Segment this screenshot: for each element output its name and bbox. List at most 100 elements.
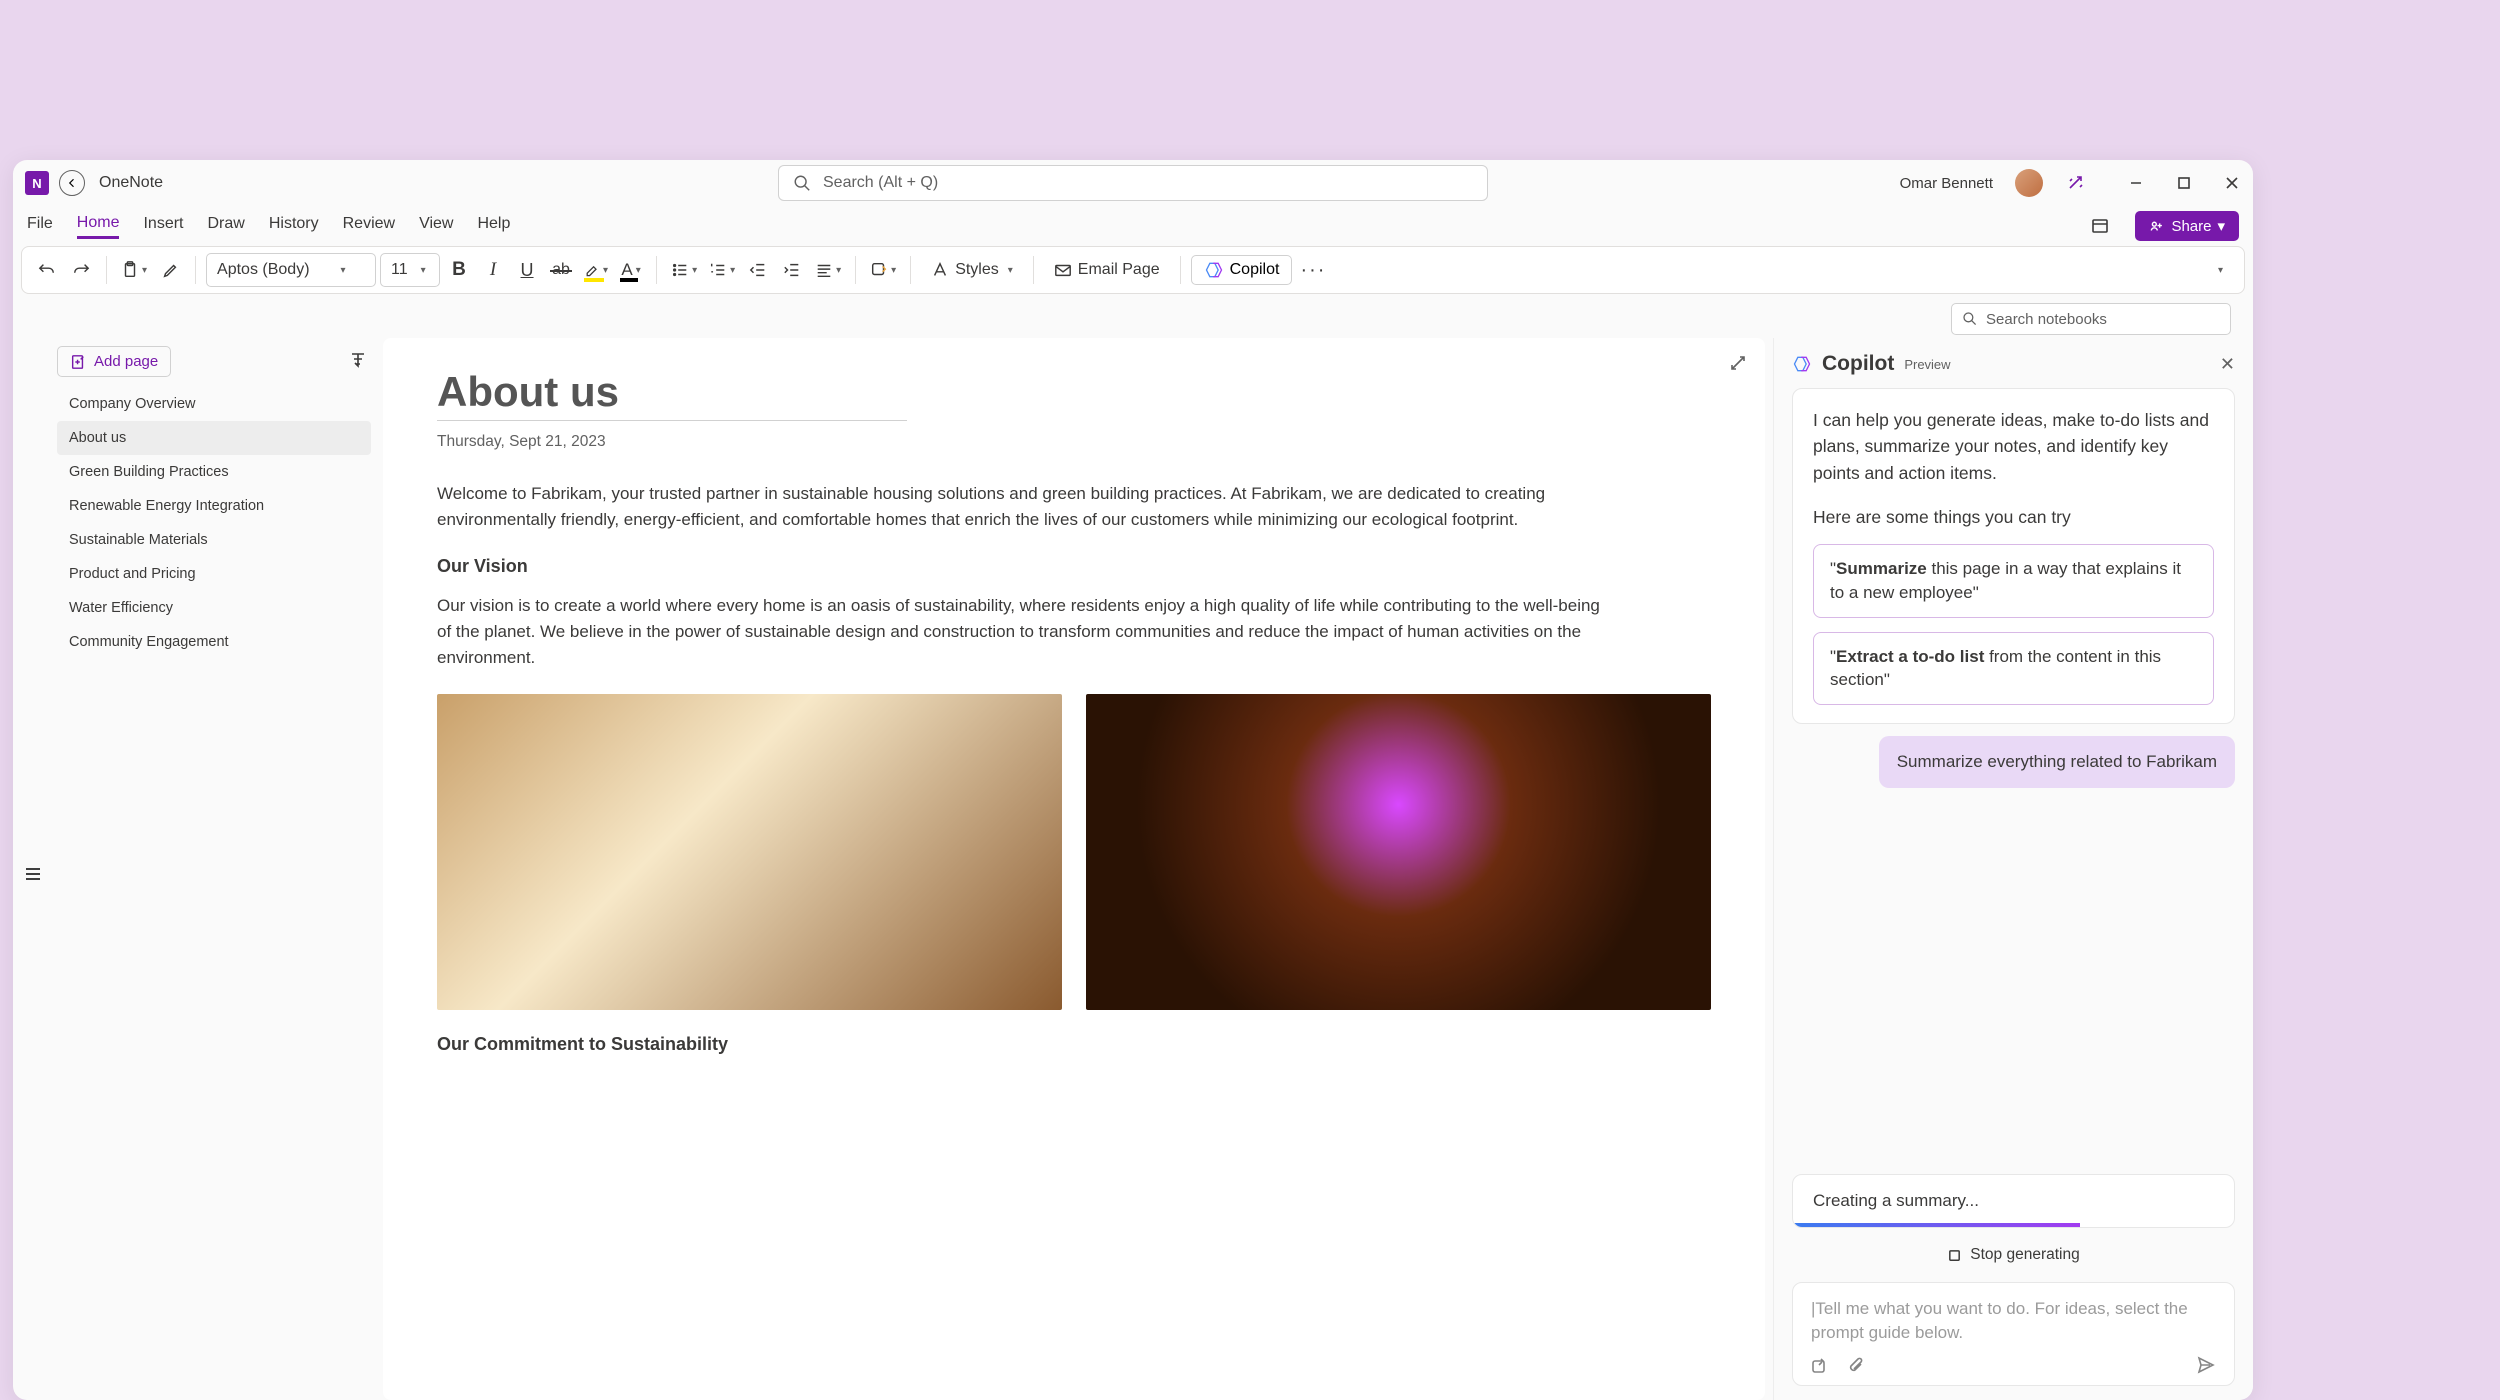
number-list-button[interactable]: ▾	[705, 254, 739, 286]
progress-bar	[1793, 1223, 2080, 1227]
paste-button[interactable]: ▾	[117, 254, 151, 286]
section-heading[interactable]: Our Commitment to Sustainability	[437, 1034, 1711, 1055]
stop-icon	[1947, 1248, 1962, 1263]
copilot-intro-card: I can help you generate ideas, make to-d…	[1792, 388, 2235, 724]
format-painter-button[interactable]	[155, 254, 185, 286]
close-button[interactable]	[2223, 176, 2241, 190]
align-button[interactable]: ▾	[811, 254, 845, 286]
body-paragraph[interactable]: Welcome to Fabrikam, your trusted partne…	[437, 481, 1617, 534]
search-placeholder: Search (Alt + Q)	[823, 174, 938, 192]
stop-generating-button[interactable]: Stop generating	[1792, 1240, 2235, 1270]
copilot-status-text: Creating a summary...	[1813, 1191, 1979, 1210]
prompt-guide-icon[interactable]	[1811, 1356, 1829, 1374]
sort-button[interactable]	[349, 350, 371, 373]
tab-file[interactable]: File	[27, 215, 53, 237]
page-title[interactable]: About us	[437, 368, 1711, 416]
font-color-button[interactable]: A▾	[616, 254, 646, 286]
minimize-button[interactable]	[2127, 176, 2145, 190]
copilot-header: Copilot Preview ✕	[1792, 352, 2235, 376]
send-icon[interactable]	[2196, 1355, 2216, 1375]
highlight-button[interactable]: ▾	[580, 254, 612, 286]
hamburger-icon	[23, 348, 43, 1400]
copilot-icon	[1204, 260, 1224, 280]
redo-button[interactable]	[66, 254, 96, 286]
back-button[interactable]	[59, 170, 85, 196]
copilot-close-button[interactable]: ✕	[2220, 354, 2235, 375]
copilot-suggestion[interactable]: "Summarize this page in a way that expla…	[1813, 544, 2214, 618]
page-item[interactable]: Community Engagement	[57, 625, 371, 659]
email-page-button[interactable]: Email Page	[1044, 254, 1170, 286]
global-search[interactable]: Search (Alt + Q)	[778, 165, 1488, 201]
tab-draw[interactable]: Draw	[207, 215, 244, 237]
search-icon	[793, 174, 811, 192]
body-paragraph[interactable]: Our vision is to create a world where ev…	[437, 593, 1617, 672]
content-image[interactable]	[1086, 694, 1711, 1010]
user-name: Omar Bennett	[1900, 175, 1993, 192]
app-name: OneNote	[99, 174, 163, 192]
ribbon-expand-button[interactable]: ▾	[2204, 254, 2234, 286]
tab-history[interactable]: History	[269, 215, 319, 237]
maximize-button[interactable]	[2175, 176, 2193, 190]
copilot-input-placeholder: |Tell me what you want to do. For ideas,…	[1811, 1297, 2216, 1345]
page-item[interactable]: Renewable Energy Integration	[57, 489, 371, 523]
avatar[interactable]	[2015, 169, 2043, 197]
page-item[interactable]: Sustainable Materials	[57, 523, 371, 557]
section-heading[interactable]: Our Vision	[437, 556, 1711, 577]
page-item[interactable]: Company Overview	[57, 387, 371, 421]
coming-soon-icon[interactable]	[2065, 172, 2087, 194]
copilot-ribbon-button[interactable]: Copilot	[1191, 255, 1293, 285]
page-item[interactable]: Green Building Practices	[57, 455, 371, 489]
copilot-title: Copilot	[1822, 352, 1894, 376]
outdent-button[interactable]	[743, 254, 773, 286]
attach-icon[interactable]	[1847, 1356, 1865, 1374]
preview-badge: Preview	[1904, 357, 1950, 372]
indent-button[interactable]	[777, 254, 807, 286]
copilot-intro-text: I can help you generate ideas, make to-d…	[1813, 407, 2214, 486]
tab-help[interactable]: Help	[477, 215, 510, 237]
strikethrough-button[interactable]: ab	[546, 254, 576, 286]
tab-insert[interactable]: Insert	[143, 215, 183, 237]
notebook-search-row: Search notebooks	[13, 300, 2253, 338]
page-item[interactable]: Water Efficiency	[57, 591, 371, 625]
page-canvas[interactable]: About us Thursday, Sept 21, 2023 Welcome…	[383, 338, 1765, 1400]
copilot-icon	[1792, 354, 1812, 374]
copilot-user-message: Summarize everything related to Fabrikam	[1879, 736, 2235, 788]
styles-button[interactable]: Styles▾	[921, 254, 1023, 286]
notebook-search[interactable]: Search notebooks	[1951, 303, 2231, 335]
content-image[interactable]	[437, 694, 1062, 1010]
add-page-button[interactable]: Add page	[57, 346, 171, 377]
more-button[interactable]: ···	[1296, 254, 1330, 286]
font-size-select[interactable]: 11▾	[380, 253, 440, 287]
tag-button[interactable]: ▾	[866, 254, 900, 286]
bold-button[interactable]: B	[444, 254, 474, 286]
page-item[interactable]: Product and Pricing	[57, 557, 371, 591]
share-button[interactable]: Share ▾	[2135, 211, 2239, 241]
title-bar: N OneNote Search (Alt + Q) Omar Bennett	[13, 160, 2253, 206]
search-icon	[1962, 311, 1978, 327]
ribbon-mode-icon[interactable]	[2089, 215, 2111, 237]
bullet-list-button[interactable]: ▾	[667, 254, 701, 286]
tab-review[interactable]: Review	[343, 215, 395, 237]
page-sidebar: Add page Company Overview About us Green…	[53, 338, 383, 1400]
italic-button[interactable]: I	[478, 254, 508, 286]
app-window: N OneNote Search (Alt + Q) Omar Bennett …	[13, 160, 2253, 1400]
copilot-status-card: Creating a summary...	[1792, 1174, 2235, 1228]
app-icon: N	[25, 171, 49, 195]
underline-button[interactable]: U	[512, 254, 542, 286]
menu-bar: File Home Insert Draw History Review Vie…	[13, 206, 2253, 246]
font-select[interactable]: Aptos (Body)▾	[206, 253, 376, 287]
page-item[interactable]: About us	[57, 421, 371, 455]
undo-button[interactable]	[32, 254, 62, 286]
share-label: Share	[2171, 218, 2211, 235]
toolbar: ▾ Aptos (Body)▾ 11▾ B I U ab ▾ A▾ ▾ ▾ ▾ …	[21, 246, 2245, 294]
tab-home[interactable]: Home	[77, 214, 120, 239]
add-page-icon	[70, 354, 86, 370]
copilot-pane: Copilot Preview ✕ I can help you generat…	[1773, 338, 2253, 1400]
nav-toggle[interactable]	[13, 338, 53, 1400]
copilot-intro-subtitle: Here are some things you can try	[1813, 504, 2214, 530]
tab-view[interactable]: View	[419, 215, 453, 237]
expand-canvas-button[interactable]	[1729, 354, 1747, 377]
page-date: Thursday, Sept 21, 2023	[437, 433, 1711, 451]
copilot-input[interactable]: |Tell me what you want to do. For ideas,…	[1792, 1282, 2235, 1386]
copilot-suggestion[interactable]: "Extract a to-do list from the content i…	[1813, 632, 2214, 706]
